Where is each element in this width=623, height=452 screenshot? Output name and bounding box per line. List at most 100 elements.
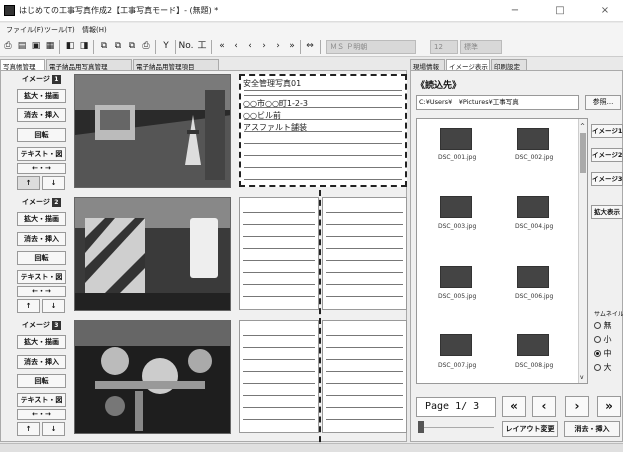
first-page-icon[interactable]: « bbox=[216, 40, 228, 53]
photo-1[interactable] bbox=[74, 74, 231, 188]
open-icon[interactable]: ▤ bbox=[16, 40, 28, 53]
notes-3-left[interactable] bbox=[239, 320, 319, 433]
prev-block-icon[interactable]: ‹ bbox=[230, 40, 242, 53]
rotate-button-1[interactable]: 回転 bbox=[17, 128, 66, 142]
thumbnail-4[interactable] bbox=[517, 196, 549, 218]
funnel-icon[interactable]: Y bbox=[160, 40, 172, 53]
page-divider bbox=[319, 190, 321, 452]
page-forward-icon[interactable]: ◨ bbox=[78, 40, 90, 53]
paste-icon[interactable]: ⧉ bbox=[112, 40, 124, 53]
scroll-thumb[interactable] bbox=[580, 133, 586, 173]
photo-2[interactable] bbox=[74, 197, 231, 311]
scroll-down-icon[interactable]: v bbox=[580, 374, 584, 381]
zoom-draw-button-3[interactable]: 拡大・描画 bbox=[17, 335, 66, 349]
text-figure-button-2[interactable]: テキスト・図 bbox=[17, 270, 66, 284]
minimize-button[interactable]: − bbox=[500, 3, 530, 19]
last-page-button[interactable]: » bbox=[597, 396, 621, 417]
up-button-3[interactable]: ↑ bbox=[17, 422, 40, 436]
first-page-button[interactable]: « bbox=[502, 396, 526, 417]
zoom-draw-button-1[interactable]: 拡大・描画 bbox=[17, 89, 66, 103]
menu-file[interactable]: ファイル(F) bbox=[6, 25, 44, 35]
rotate-button-3[interactable]: 回転 bbox=[17, 374, 66, 388]
size-large-option[interactable]: 大 bbox=[594, 362, 612, 373]
browse-button[interactable]: 参照... bbox=[585, 95, 621, 110]
next-page-button[interactable]: › bbox=[565, 396, 589, 417]
text-figure-button-3[interactable]: テキスト・図 bbox=[17, 393, 66, 407]
font-style-select[interactable]: 標準 bbox=[460, 40, 502, 54]
tab-print-settings[interactable]: 印刷設定 bbox=[491, 59, 527, 71]
swap-icon[interactable]: ⇔ bbox=[304, 40, 316, 53]
layout-change-button[interactable]: レイアウト変更 bbox=[502, 421, 558, 437]
prev-page-button[interactable]: ‹ bbox=[532, 396, 556, 417]
scroll-up-icon[interactable]: ^ bbox=[580, 123, 585, 130]
size-medium-option[interactable]: 中 bbox=[594, 348, 612, 359]
thumbnail-label-2: DSC_002.jpg bbox=[515, 154, 554, 161]
printer-icon[interactable]: ⎙ bbox=[140, 40, 152, 53]
tab-e-delivery-items[interactable]: 電子納品用管理項目 bbox=[133, 59, 219, 71]
tab-e-delivery-photo[interactable]: 電子納品用写真管理 bbox=[46, 59, 132, 71]
copy-icon[interactable]: ⧉ bbox=[98, 40, 110, 53]
print-preview-icon[interactable]: ⎙ bbox=[2, 40, 14, 53]
text-figure-button-1[interactable]: テキスト・図 bbox=[17, 147, 66, 161]
rotate-button-2[interactable]: 回転 bbox=[17, 251, 66, 265]
menu-info[interactable]: 情報(H) bbox=[82, 25, 107, 35]
erase-insert-button-3[interactable]: 消去・挿入 bbox=[17, 355, 66, 369]
photo-3[interactable] bbox=[74, 320, 231, 434]
font-size-select[interactable]: 12 bbox=[430, 40, 458, 54]
next-icon[interactable]: › bbox=[258, 40, 270, 53]
tab-image-view[interactable]: イメージ表示 bbox=[446, 59, 490, 71]
zoom-draw-button-2[interactable]: 拡大・描画 bbox=[17, 212, 66, 226]
up-button-1[interactable]: ↑ bbox=[17, 176, 40, 190]
save-as-icon[interactable]: ▦ bbox=[44, 40, 56, 53]
thumbnail-1[interactable] bbox=[440, 128, 472, 150]
enlarge-view-button[interactable]: 拡大表示 bbox=[591, 205, 623, 219]
size-none-option[interactable]: 無 bbox=[594, 320, 612, 331]
erase-insert-button-2[interactable]: 消去・挿入 bbox=[17, 232, 66, 246]
thumbnail-scrollbar[interactable]: ^ v bbox=[578, 119, 587, 383]
notes-1[interactable]: 安全管理写真01 ○○市○○町1-2-3 ○○ビル前 アスファルト舗装 bbox=[239, 74, 407, 187]
send-to-image-1-button[interactable]: イメージ1 bbox=[591, 124, 623, 138]
last-page-icon[interactable]: » bbox=[286, 40, 298, 53]
arrow-lr-button-1[interactable]: ←・→ bbox=[17, 163, 66, 174]
notes-2-right[interactable] bbox=[322, 197, 407, 310]
thumbnail-5[interactable] bbox=[440, 266, 472, 288]
arrow-lr-button-2[interactable]: ←・→ bbox=[17, 286, 66, 297]
slider-track[interactable] bbox=[424, 427, 494, 428]
tab-site-info[interactable]: 現場情報 bbox=[410, 59, 445, 71]
number-icon[interactable]: No. bbox=[178, 40, 194, 53]
down-button-1[interactable]: ↓ bbox=[42, 176, 65, 190]
down-button-3[interactable]: ↓ bbox=[42, 422, 65, 436]
send-to-image-3-button[interactable]: イメージ3 bbox=[591, 172, 623, 186]
erase-insert-button-1[interactable]: 消去・挿入 bbox=[17, 108, 66, 122]
toolbar: ⎙ ▤ ▣ ▦ ◧ ◨ ⧉ ⧉ ⧉ ⎙ Y No. 工 « ‹ ‹ › › » … bbox=[0, 37, 623, 88]
close-button[interactable]: × bbox=[590, 3, 620, 19]
menu-tools[interactable]: ツール(T) bbox=[44, 25, 75, 35]
arrow-lr-button-3[interactable]: ←・→ bbox=[17, 409, 66, 420]
next-block-icon[interactable]: › bbox=[272, 40, 284, 53]
thumbnail-6[interactable] bbox=[517, 266, 549, 288]
construction-icon[interactable]: 工 bbox=[196, 40, 208, 53]
prev-icon[interactable]: ‹ bbox=[244, 40, 256, 53]
folder-path-field[interactable]: C:¥Users¥ ¥Pictures¥工事写真 bbox=[416, 95, 579, 110]
maximize-button[interactable]: □ bbox=[545, 3, 575, 19]
notes-3-right[interactable] bbox=[322, 320, 407, 433]
tab-photo-album[interactable]: 写真帳管理 bbox=[0, 59, 45, 71]
save-icon[interactable]: ▣ bbox=[30, 40, 42, 53]
duplicate-icon[interactable]: ⧉ bbox=[126, 40, 138, 53]
size-small-option[interactable]: 小 bbox=[594, 334, 612, 345]
image-3-label: イメージ 3 bbox=[22, 320, 61, 330]
page-back-icon[interactable]: ◧ bbox=[64, 40, 76, 53]
send-to-image-2-button[interactable]: イメージ2 bbox=[591, 148, 623, 162]
thumbnail-2[interactable] bbox=[517, 128, 549, 150]
thumbnail-7[interactable] bbox=[440, 334, 472, 356]
up-button-2[interactable]: ↑ bbox=[17, 299, 40, 313]
down-button-2[interactable]: ↓ bbox=[42, 299, 65, 313]
notes-2-left[interactable] bbox=[239, 197, 319, 310]
load-source-title: 《読込先》 bbox=[416, 81, 462, 91]
font-select[interactable]: ＭＳ Ｐ明朝 bbox=[326, 40, 416, 54]
erase-insert-button-right[interactable]: 消去・挿入 bbox=[564, 421, 620, 437]
thumbnail-label-5: DSC_005.jpg bbox=[438, 293, 477, 300]
thumbnail-3[interactable] bbox=[440, 196, 472, 218]
thumbnail-8[interactable] bbox=[517, 334, 549, 356]
thumbnail-label-6: DSC_006.jpg bbox=[515, 293, 554, 300]
